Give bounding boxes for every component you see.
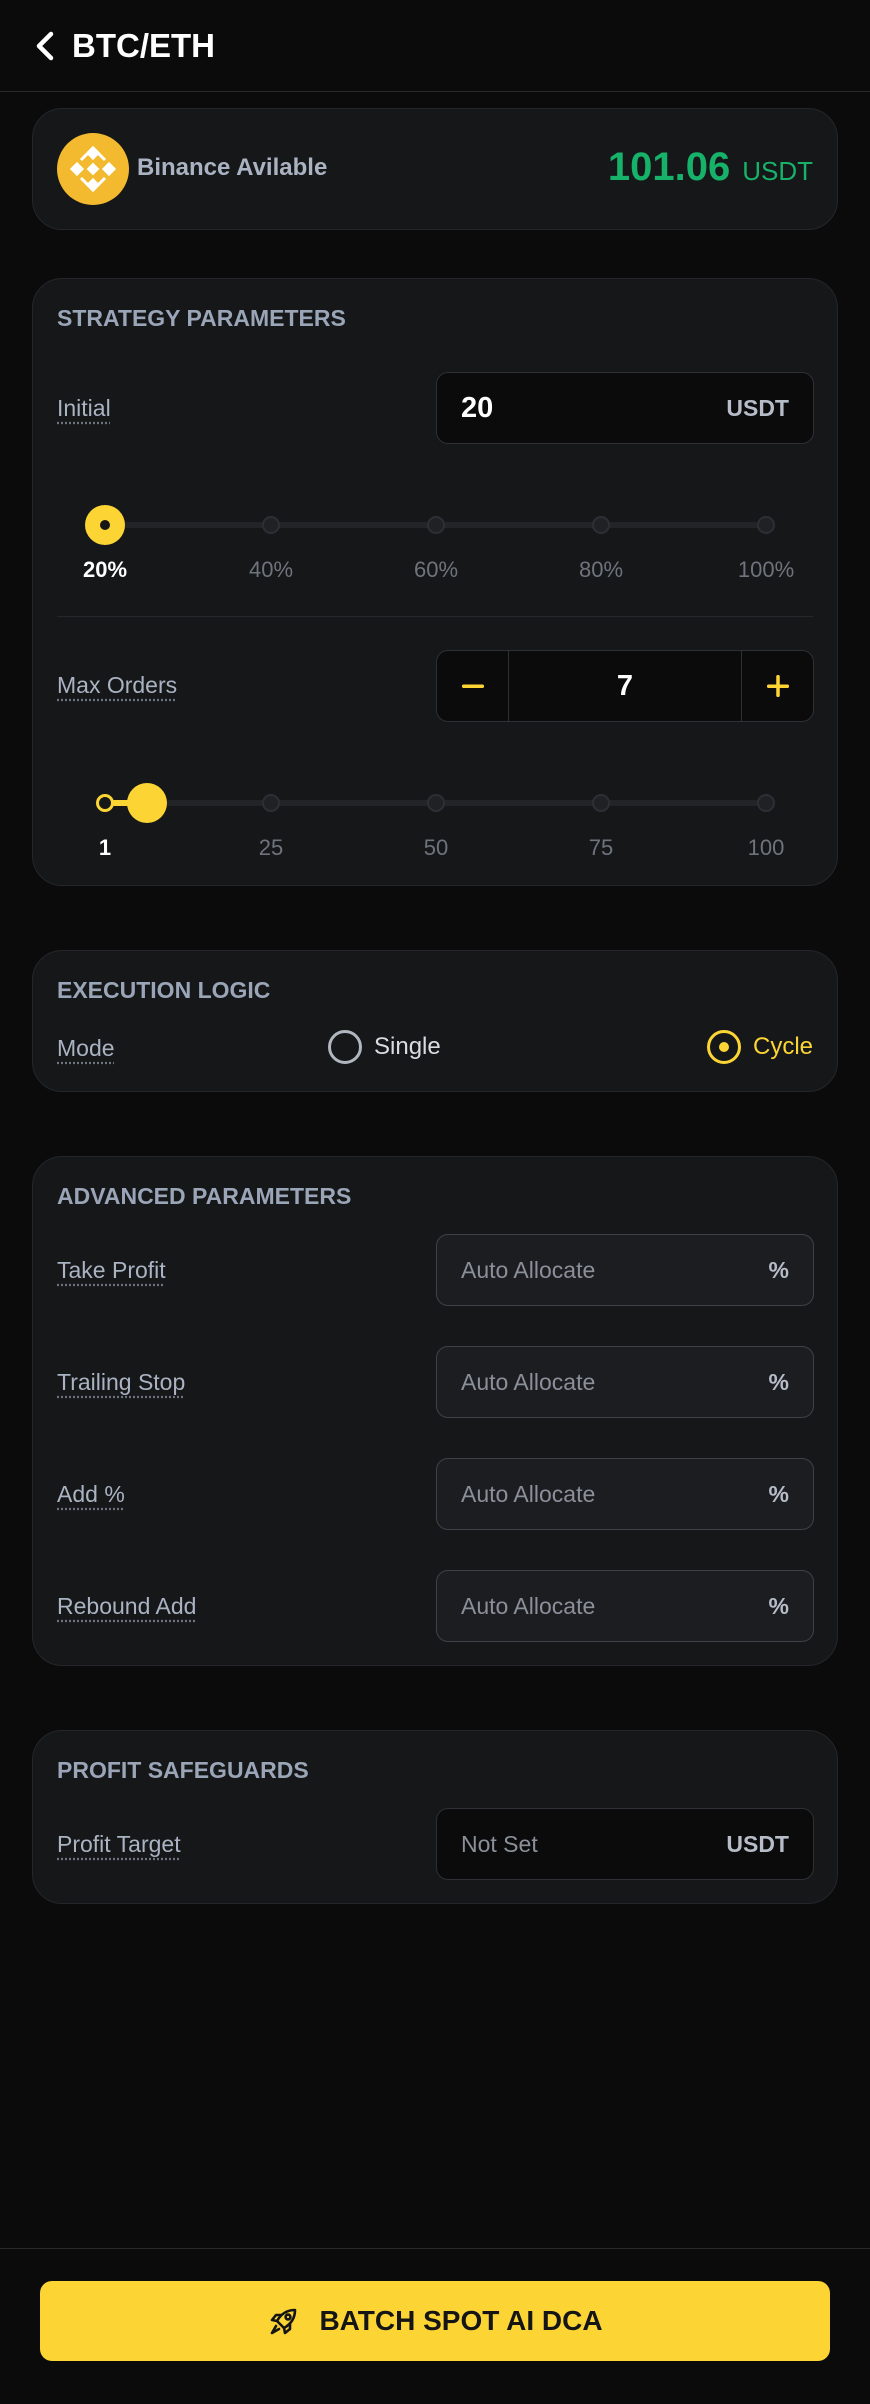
batch-spot-ai-dca-button[interactable]: BATCH SPOT AI DCA — [40, 2281, 830, 2361]
max-orders-value[interactable]: 7 — [509, 651, 741, 721]
input-placeholder: Auto Allocate — [461, 1368, 596, 1395]
increment-button[interactable] — [741, 651, 813, 721]
radio-label: Single — [374, 1033, 441, 1060]
binance-logo-icon — [57, 133, 129, 205]
strategy-parameters-card: STRATEGY PARAMETERS Initial 20 USDT 20% … — [32, 278, 838, 886]
plus-icon — [766, 675, 789, 697]
trailing-stop-label: Trailing Stop — [57, 1369, 186, 1395]
page-title: BTC/ETH — [72, 26, 215, 64]
slider-label: 60% — [413, 557, 459, 582]
section-title: STRATEGY PARAMETERS — [57, 305, 346, 331]
slider-stop-100[interactable] — [757, 516, 775, 534]
minus-icon — [461, 684, 484, 688]
max-orders-label: Max Orders — [57, 672, 178, 698]
profit-target-input[interactable]: Not Set USDT — [436, 1808, 814, 1880]
slider-stop-1[interactable] — [96, 794, 114, 812]
slider-knob[interactable] — [85, 505, 125, 545]
profit-target-label: Profit Target — [57, 1831, 181, 1857]
balance-display: 101.06 USDT — [608, 145, 813, 190]
slider-label: 75 — [588, 835, 614, 860]
slider-stop-100[interactable] — [757, 794, 775, 812]
advanced-parameters-card: ADVANCED PARAMETERS Take Profit Auto All… — [32, 1156, 838, 1666]
balance-amount: 101.06 — [607, 145, 731, 189]
input-placeholder: Auto Allocate — [461, 1256, 596, 1283]
add-percent-input[interactable]: Auto Allocate % — [436, 1458, 814, 1530]
slider-stop-50[interactable] — [427, 794, 445, 812]
initial-value: 20 — [461, 391, 494, 424]
take-profit-label: Take Profit — [57, 1257, 166, 1283]
slider-stop-60[interactable] — [427, 516, 445, 534]
input-suffix: % — [768, 1592, 789, 1619]
max-orders-slider[interactable]: 1 25 50 75 100 — [57, 779, 813, 869]
back-button[interactable] — [34, 26, 64, 66]
chevron-left-icon — [36, 31, 54, 60]
input-suffix: % — [768, 1480, 789, 1507]
slider-stop-75[interactable] — [592, 794, 610, 812]
balance-currency: USDT — [742, 156, 813, 186]
initial-input[interactable]: 20 USDT — [436, 372, 814, 444]
slider-stop-25[interactable] — [262, 794, 280, 812]
slider-label: 1 — [98, 835, 112, 860]
divider — [57, 616, 813, 617]
initial-suffix: USDT — [726, 394, 789, 421]
initial-label: Initial — [57, 395, 111, 421]
mode-option-cycle[interactable]: Cycle — [706, 1030, 813, 1064]
cta-label: BATCH SPOT AI DCA — [319, 2305, 603, 2336]
mode-label: Mode — [57, 1035, 115, 1061]
slider-label: 40% — [248, 557, 294, 582]
input-suffix: % — [768, 1368, 789, 1395]
trailing-stop-input[interactable]: Auto Allocate % — [436, 1346, 814, 1418]
top-bar: BTC/ETH — [0, 0, 870, 92]
section-title: PROFIT SAFEGUARDS — [57, 1757, 309, 1783]
slider-label: 20% — [82, 557, 128, 582]
rebound-add-label: Rebound Add — [57, 1593, 197, 1619]
mode-option-single[interactable]: Single — [328, 1030, 441, 1064]
initial-percent-slider[interactable]: 20% 40% 60% 80% 100% — [57, 501, 813, 591]
execution-logic-card: EXECUTION LOGIC Mode Single Cycle — [32, 950, 838, 1092]
profit-safeguards-card: PROFIT SAFEGUARDS Profit Target Not Set … — [32, 1730, 838, 1904]
rebound-add-input[interactable]: Auto Allocate % — [436, 1570, 814, 1642]
add-percent-label: Add % — [57, 1481, 125, 1507]
max-orders-stepper: 7 — [436, 650, 814, 722]
balance-card: Binance Avilable 101.06 USDT — [32, 108, 838, 230]
input-placeholder: Auto Allocate — [461, 1592, 596, 1619]
section-title: EXECUTION LOGIC — [57, 977, 271, 1003]
slider-label: 25 — [258, 835, 284, 860]
radio-label: Cycle — [752, 1033, 813, 1060]
slider-knob[interactable] — [127, 783, 167, 823]
input-suffix: % — [768, 1256, 789, 1283]
section-title: ADVANCED PARAMETERS — [57, 1183, 352, 1209]
radio-unselected-icon — [328, 1030, 362, 1064]
exchange-label: Binance Avilable — [137, 154, 328, 181]
slider-label: 80% — [578, 557, 624, 582]
slider-stop-80[interactable] — [592, 516, 610, 534]
slider-label: 100 — [747, 835, 785, 860]
radio-selected-icon — [706, 1030, 741, 1064]
slider-stop-40[interactable] — [262, 516, 280, 534]
take-profit-input[interactable]: Auto Allocate % — [436, 1234, 814, 1306]
slider-label: 100% — [737, 557, 795, 582]
slider-label: 50 — [423, 835, 449, 860]
decrement-button[interactable] — [437, 651, 509, 721]
rocket-icon — [271, 2308, 297, 2335]
input-suffix: USDT — [726, 1830, 789, 1857]
bottom-bar: BATCH SPOT AI DCA — [0, 2248, 870, 2404]
input-placeholder: Auto Allocate — [461, 1480, 596, 1507]
input-placeholder: Not Set — [461, 1830, 538, 1857]
